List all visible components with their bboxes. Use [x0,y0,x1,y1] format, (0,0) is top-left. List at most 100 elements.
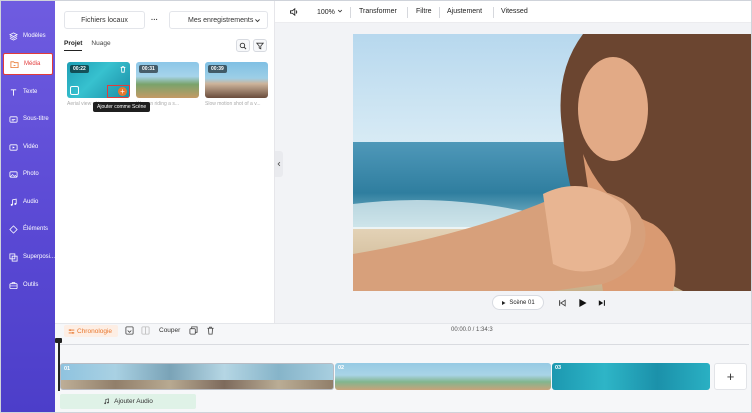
text-icon [10,88,17,96]
filter-button[interactable] [253,39,267,52]
chevron-down-icon [337,9,342,13]
music-icon [10,198,17,206]
skip-back-icon [559,298,566,307]
couper-button[interactable]: Couper [159,327,180,334]
chevron-left-icon [277,161,281,167]
sidebar-item-texte[interactable]: Texte [3,81,53,103]
split-icon[interactable] [141,326,150,335]
timeline-clip[interactable]: 02 [335,363,551,390]
media-thumbnail[interactable]: 00:31 [136,62,199,98]
timeline-clip[interactable]: 01 [60,363,334,390]
more-button[interactable]: ··· [146,11,163,29]
vitesse-button[interactable]: Vitessed [501,8,528,15]
sidebar-item-label: Éléments [23,226,49,232]
clip-number: 01 [64,366,71,372]
add-audio-label: Ajouter Audio [114,398,153,405]
sidebar-item-superposition[interactable]: Superposi... [3,246,56,268]
time-readout: 00:00.0 / 1:34:3 [451,327,493,333]
ajustement-button[interactable]: Ajustement [447,8,482,15]
plus-icon: + [726,369,735,384]
sidebar-item-label: Vidéo [23,144,39,150]
play-icon [502,300,506,305]
duplicate-icon[interactable] [189,326,198,335]
add-scene-button[interactable]: + [714,363,747,390]
more-icon: ··· [151,16,158,24]
media-thumbnail[interactable]: 00:39 [205,62,268,98]
sidebar-item-label: Modèles [23,33,46,39]
subtitle-icon [9,115,18,123]
thumbnail-caption: Slow motion shot of a v... [205,101,261,107]
toolbox-icon [9,281,18,289]
search-icon [239,42,247,49]
filter-icon [256,42,264,49]
tab-nuage[interactable]: Nuage [91,40,110,51]
recordings-dropdown[interactable]: Mes enregistrements [169,11,268,29]
chronologie-toggle[interactable]: Chronologie [64,325,118,337]
local-files-button[interactable]: Fichiers locaux [64,11,145,29]
video-frame [353,34,751,291]
scene-play-button[interactable]: Scène 01 [492,295,544,310]
collapse-panel-button[interactable] [275,151,283,177]
search-button[interactable] [236,39,250,52]
sidebar-item-media[interactable]: Média [3,53,53,75]
app-window: Modèles Média Texte Sous-titre Vidéo Pho… [0,0,752,413]
expand-icon[interactable] [70,86,79,95]
skip-forward-icon [598,299,605,306]
add-media-icon[interactable] [125,326,134,335]
add-scene-tooltip: Ajouter comme Scène [93,102,151,112]
duration-badge: 00:31 [139,65,158,73]
local-files-label: Fichiers locaux [81,16,128,24]
filtre-button[interactable]: Filtre [416,8,432,15]
shapes-icon [9,224,18,234]
sidebar-item-label: Outils [23,282,39,288]
sidebar-item-label: Texte [23,89,38,95]
sidebar-item-elements[interactable]: Éléments [3,218,53,240]
image-icon [9,170,18,178]
chronologie-label: Chronologie [77,327,113,335]
sidebar-item-audio[interactable]: Audio [3,191,53,213]
clip-number: 03 [555,365,562,371]
folder-icon [10,60,19,68]
sidebar: Modèles Média Texte Sous-titre Vidéo Pho… [1,1,56,412]
sidebar-item-label: Photo [23,171,39,177]
trash-icon[interactable] [206,326,215,335]
add-audio-button[interactable]: Ajouter Audio [60,394,196,409]
video-icon [9,143,18,151]
divider [439,7,440,18]
playhead[interactable] [58,341,60,391]
timeline-clip[interactable]: 03 [552,363,710,390]
media-thumbnail[interactable]: 00:22 + [67,62,130,98]
media-tabs: Projet Nuage [64,40,111,51]
sidebar-item-video[interactable]: Vidéo [3,136,53,158]
sidebar-item-outils[interactable]: Outils [3,274,53,296]
duration-badge: 00:39 [208,65,227,73]
sliders-icon [68,328,75,334]
video-preview[interactable] [353,34,751,291]
divider [493,7,494,18]
zoom-value: 100% [317,9,335,16]
add-as-scene-button[interactable]: + [118,87,127,96]
divider [407,7,408,18]
volume-icon[interactable] [289,7,299,17]
sidebar-item-label: Superposi... [23,254,56,260]
timeline-ruler [59,344,749,345]
tab-projet[interactable]: Projet [64,40,83,51]
sidebar-item-sous-titre[interactable]: Sous-titre [3,108,53,130]
sidebar-item-label: Média [24,61,41,67]
sidebar-item-photo[interactable]: Photo [3,163,53,185]
sidebar-item-modeles[interactable]: Modèles [3,25,53,47]
transformer-button[interactable]: Transformer [359,8,397,15]
scene-label: Scène 01 [509,299,535,306]
overlay-icon [9,252,18,262]
previous-button[interactable] [557,295,567,310]
trash-icon[interactable] [119,65,127,73]
play-button[interactable] [577,295,587,310]
play-icon [578,298,587,307]
zoom-dropdown[interactable]: 100% [317,8,343,16]
duration-badge: 00:22 [70,65,89,73]
top-toolbar: 100% Transformer Filtre Ajustement Vites… [275,1,751,23]
divider [350,7,351,18]
media-panel: Fichiers locaux ··· Mes enregistrements … [55,1,275,323]
next-button[interactable] [597,295,607,310]
sidebar-item-label: Audio [23,199,39,205]
